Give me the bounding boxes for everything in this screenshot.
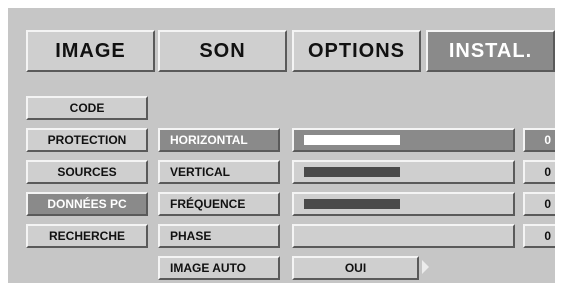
horizontal-value: 0 [523,128,555,152]
vertical-slider[interactable] [292,160,515,184]
setting-horizontal-label[interactable]: HORIZONTAL [158,128,280,152]
tab-image[interactable]: IMAGE [26,30,155,72]
sidebar-item-code[interactable]: CODE [26,96,148,120]
horizontal-slider[interactable] [292,128,515,152]
frequence-slider-fill [304,199,400,209]
sidebar-item-recherche[interactable]: RECHERCHE [26,224,148,248]
sidebar-item-sources[interactable]: SOURCES [26,160,148,184]
phase-slider[interactable] [292,224,515,248]
image-auto-oui-button[interactable]: OUI [292,256,419,280]
vertical-slider-fill [304,167,400,177]
sidebar-item-donnees-pc[interactable]: DONNÉES PC [26,192,148,216]
frequence-value: 0 [523,192,555,216]
tab-son[interactable]: SON [158,30,287,72]
tab-instal[interactable]: INSTAL. [426,30,555,72]
arrow-right-icon[interactable] [422,260,429,274]
setting-frequence-label[interactable]: FRÉQUENCE [158,192,280,216]
phase-value: 0 [523,224,555,248]
tab-options[interactable]: OPTIONS [292,30,421,72]
frequence-slider[interactable] [292,192,515,216]
vertical-value: 0 [523,160,555,184]
setting-phase-label[interactable]: PHASE [158,224,280,248]
setting-vertical-label[interactable]: VERTICAL [158,160,280,184]
horizontal-slider-fill [304,135,400,145]
setting-image-auto-label[interactable]: IMAGE AUTO [158,256,280,280]
sidebar-item-protection[interactable]: PROTECTION [26,128,148,152]
